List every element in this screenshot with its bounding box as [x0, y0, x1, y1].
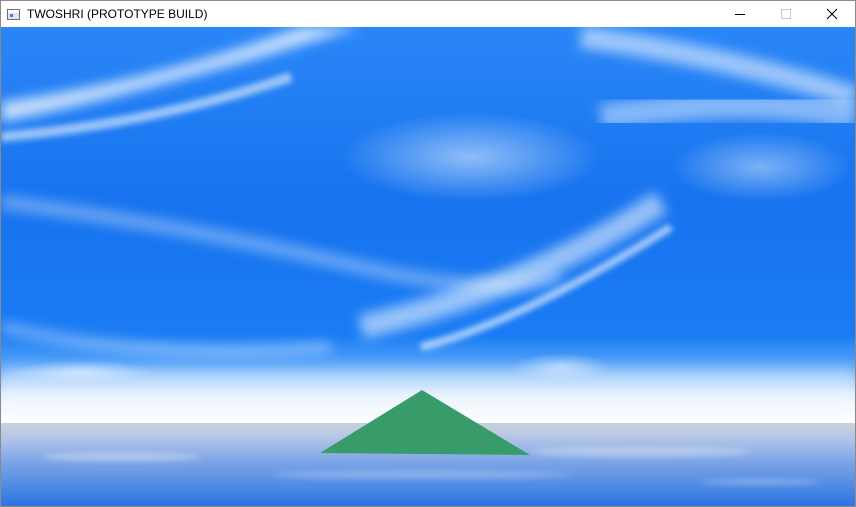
window-app-icon[interactable] — [7, 8, 20, 20]
minimize-button[interactable] — [717, 1, 763, 27]
maximize-icon — [781, 9, 791, 19]
cloud-patch — [341, 112, 601, 202]
window-title: TWOSHRI (PROTOTYPE BUILD) — [27, 7, 208, 21]
game-window: TWOSHRI (PROTOTYPE BUILD) — [0, 0, 856, 507]
game-scene — [1, 27, 855, 506]
title-bar[interactable]: TWOSHRI (PROTOTYPE BUILD) — [1, 1, 855, 27]
maximize-button[interactable] — [763, 1, 809, 27]
close-icon — [826, 8, 838, 20]
minimize-icon — [735, 14, 745, 15]
cloud-patch — [671, 132, 851, 202]
caption-buttons — [717, 1, 855, 27]
game-viewport[interactable] — [1, 27, 855, 506]
cloud-wisp — [599, 92, 855, 130]
close-button[interactable] — [809, 1, 855, 27]
